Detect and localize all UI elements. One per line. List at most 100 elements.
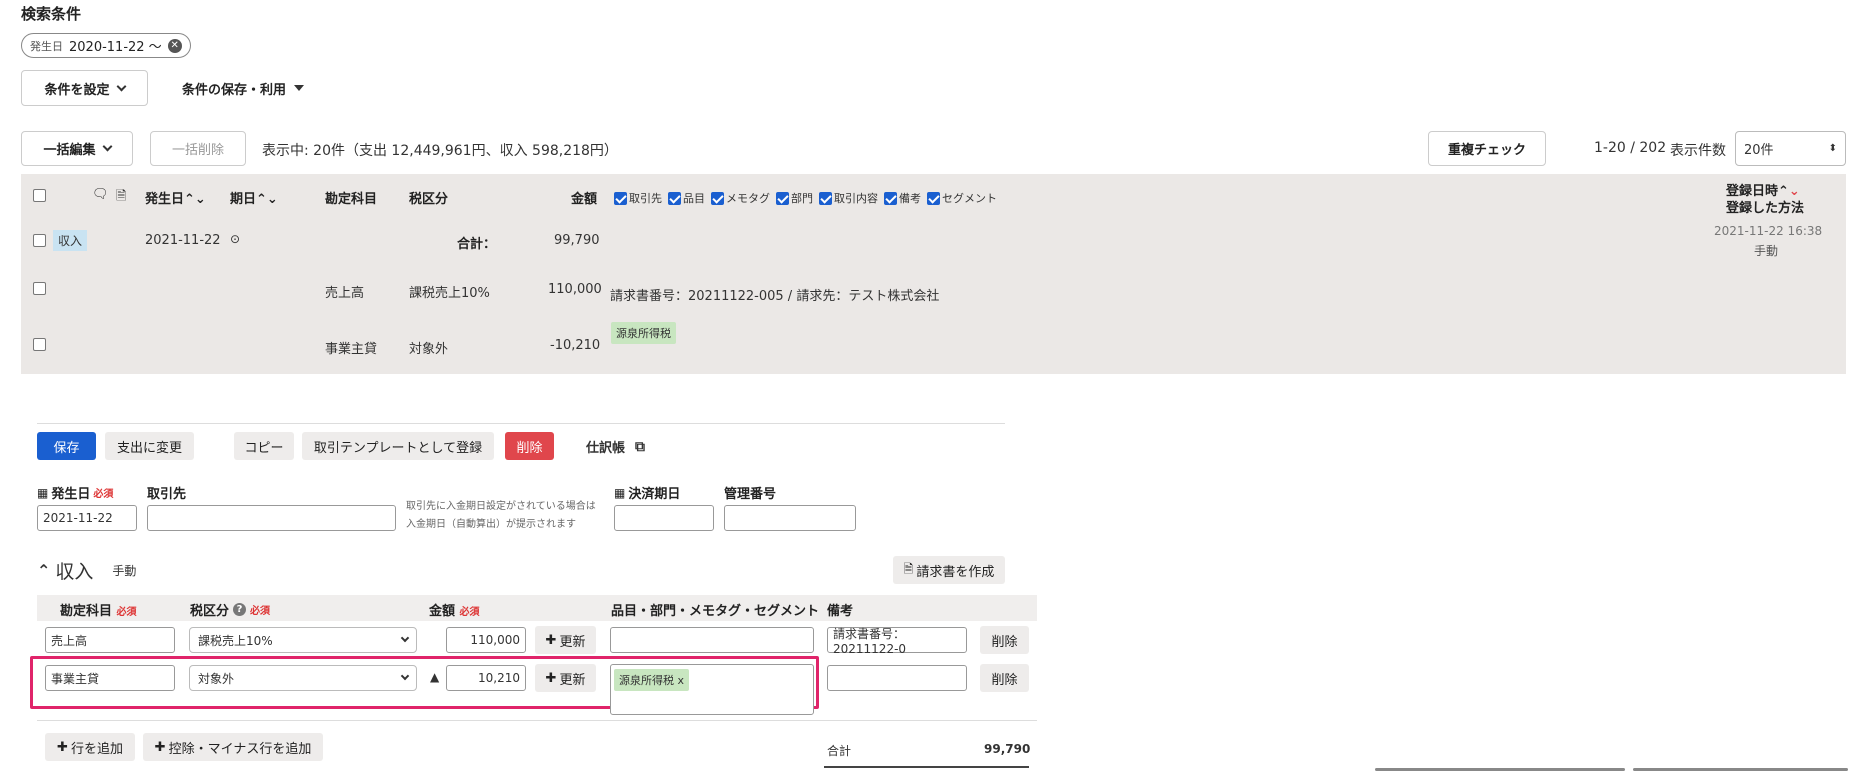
income-section-toggle[interactable]: ⌃ 収入 手動 <box>37 557 136 584</box>
column-toggle[interactable]: 品目 <box>668 190 705 206</box>
per-page-select[interactable]: 20件 ⬍ <box>1735 131 1846 166</box>
checkbox[interactable] <box>614 191 627 205</box>
minus-sign: ▲ <box>430 670 440 684</box>
add-row-button[interactable]: ✚ 行を追加 <box>45 733 135 761</box>
mgmt-number-input[interactable] <box>724 505 856 531</box>
settle-date-input[interactable] <box>614 505 714 531</box>
col-account: 勘定科目 必須 <box>60 600 137 619</box>
create-invoice-button[interactable]: 🗎 請求書を作成 <box>893 556 1005 584</box>
copy-button[interactable]: コピー <box>234 432 294 460</box>
checkbox[interactable] <box>668 191 681 205</box>
account-header: 勘定科目 <box>325 192 378 207</box>
checkbox[interactable] <box>819 191 832 205</box>
per-page-label: 表示件数 <box>1670 143 1726 159</box>
row-checkbox[interactable] <box>33 282 46 295</box>
date-input[interactable]: 2021-11-22 <box>37 505 137 531</box>
row-delete-button[interactable]: 削除 <box>980 626 1029 654</box>
section-title: 収入 <box>55 561 94 583</box>
plus-icon: ✚ <box>154 739 166 755</box>
row-memo-input[interactable]: 請求書番号：20211122-0 <box>827 627 967 656</box>
select-all-checkbox[interactable] <box>33 189 46 202</box>
date-filter-chip[interactable]: 発生日 2020-11-22 〜 ✕ <box>21 33 191 58</box>
sort-date[interactable]: 発生日⌃⌄ <box>145 188 206 207</box>
amount-header: 金額 <box>571 192 598 207</box>
row-account-input[interactable]: 売上高 <box>45 627 175 653</box>
set-conditions-button[interactable]: 条件を設定 <box>21 70 148 106</box>
column-toggle[interactable]: 備考 <box>884 190 921 206</box>
row-checkbox[interactable] <box>33 234 46 247</box>
column-toggle-label: 備考 <box>899 192 921 205</box>
plus-icon: ✚ <box>545 632 557 648</box>
row-tax-select[interactable]: 対象外 <box>189 665 417 691</box>
bulk-edit-button[interactable]: 一括編集 <box>21 131 133 166</box>
partner-note: 取引先に入金期日設定がされている場合は 入金期日（自動算出）が提示されます <box>406 498 596 534</box>
add-deduct-row-button[interactable]: ✚ 控除・マイナス行を追加 <box>143 733 323 761</box>
row-total-label: 合計： <box>457 237 497 252</box>
paging-text: 1-20 / 202 <box>1594 140 1667 156</box>
change-to-expense-button[interactable]: 支出に変更 <box>105 432 194 460</box>
row-checkbox[interactable] <box>33 338 46 351</box>
reg-method-header: 登録した方法 <box>1726 201 1805 216</box>
save-use-conditions-button[interactable]: 条件の保存・利用 <box>163 70 323 106</box>
col-amount-label: 金額 <box>429 604 456 619</box>
row-reg-method: 手動 <box>1754 244 1779 258</box>
row-tax-value: 課税売上10% <box>198 633 273 648</box>
comment-icon: 🗨 <box>92 187 109 202</box>
column-toggle-label: 部門 <box>791 192 813 205</box>
line-amount: 110,000 <box>548 282 602 297</box>
chevron-down-icon <box>400 671 410 681</box>
item-tag[interactable]: 源泉所得税 x <box>614 669 690 691</box>
settle-label: 決済期日 <box>628 487 681 502</box>
bulk-delete-button[interactable]: 一括削除 <box>150 131 246 166</box>
row-account-input[interactable]: 事業主貸 <box>45 665 175 691</box>
partner-note-line: 入金期日（自動算出）が提示されます <box>406 519 576 530</box>
chevron-up-icon: ⌃ <box>37 561 51 580</box>
column-toggle-label: 品目 <box>683 192 705 205</box>
create-invoice-label: 請求書を作成 <box>916 564 995 580</box>
row-items-input[interactable] <box>610 627 814 653</box>
column-toggle-label: 取引内容 <box>834 192 878 205</box>
checkbox[interactable] <box>711 191 724 205</box>
required-mark: 必須 <box>250 606 271 617</box>
line-account: 事業主貸 <box>325 342 378 357</box>
row-items-input[interactable]: 源泉所得税 x <box>610 664 814 715</box>
update-label: 更新 <box>559 634 586 650</box>
sort-due[interactable]: 期日⌃⌄ <box>230 188 278 207</box>
column-toggle[interactable]: 部門 <box>776 190 813 206</box>
checkbox[interactable] <box>884 191 897 205</box>
row-amount-input[interactable]: 10,210 <box>446 665 526 691</box>
col-items: 品目・部門・メモタグ・セグメント <box>611 604 820 619</box>
column-toggle[interactable]: 取引先 <box>614 190 662 206</box>
column-toggle-label: メモタグ <box>726 192 770 205</box>
delete-button[interactable]: 削除 <box>505 432 554 460</box>
save-button[interactable]: 保存 <box>37 432 96 460</box>
summary-text: 表示中: 20件（支出 12,449,961円、収入 598,218円） <box>262 143 618 159</box>
journal-link[interactable]: 仕訳帳 ⧉ <box>586 437 645 457</box>
bulk-edit-label: 一括編集 <box>43 143 96 158</box>
row-amount-input[interactable]: 110,000 <box>446 627 526 653</box>
row-delete-button[interactable]: 削除 <box>980 664 1029 692</box>
checkbox[interactable] <box>927 191 940 205</box>
update-button[interactable]: ✚ 更新 <box>535 626 596 654</box>
updown-icon: ⬍ <box>1828 143 1837 154</box>
section-method: 手動 <box>112 564 137 578</box>
column-toggle-label: セグメント <box>942 192 997 205</box>
update-button[interactable]: ✚ 更新 <box>535 664 596 692</box>
detail-table-header <box>37 595 1037 621</box>
set-conditions-label: 条件を設定 <box>44 82 110 98</box>
row-memo-input[interactable] <box>827 665 967 691</box>
row-tax-select[interactable]: 課税売上10% <box>189 627 417 653</box>
column-toggle[interactable]: メモタグ <box>711 190 770 206</box>
divider <box>37 720 1037 721</box>
register-template-button[interactable]: 取引テンプレートとして登録 <box>302 432 494 460</box>
column-toggle[interactable]: セグメント <box>927 190 997 206</box>
row-date[interactable]: 2021-11-22 <box>145 233 221 248</box>
partner-input[interactable] <box>147 505 396 531</box>
help-icon[interactable]: ? <box>233 603 247 616</box>
duplicate-check-button[interactable]: 重複チェック <box>1428 131 1546 166</box>
document-icon: 🗎 <box>116 189 127 204</box>
line-tax: 対象外 <box>409 342 449 357</box>
checkbox[interactable] <box>776 191 789 205</box>
close-icon[interactable]: ✕ <box>167 38 182 53</box>
column-toggle[interactable]: 取引内容 <box>819 190 878 206</box>
